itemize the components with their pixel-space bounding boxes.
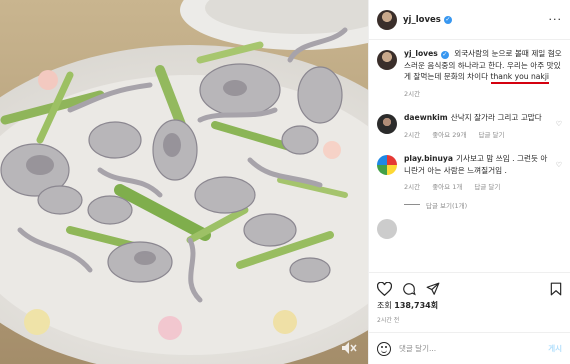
views-label: 조회 (377, 301, 392, 310)
avatar[interactable] (377, 155, 397, 175)
action-bar (369, 272, 570, 298)
avatar[interactable] (377, 114, 397, 134)
view-count: 조회 138,734회 (377, 300, 438, 311)
post-side-panel: yj_loves ✓ ··· yj_loves ✓ 외국사람의 눈으로 볼때 제일… (368, 0, 570, 364)
share-icon[interactable] (426, 282, 440, 296)
post-header: yj_loves ✓ ··· (369, 0, 570, 40)
bookmark-icon[interactable] (550, 282, 562, 296)
list-item: play.binuya 기사보고 맘 쓰임 . 그런듯 아니란거 아는 사람은 느… (377, 153, 562, 194)
post-timestamp: 2시간 전 (377, 317, 400, 324)
caption: yj_loves ✓ 외국사람의 눈으로 볼때 제일 혐오스러운 음식중의 하나라… (377, 48, 562, 100)
views-value: 138,734회 (394, 301, 439, 310)
heart-icon[interactable]: ♡ (553, 120, 562, 128)
verified-icon: ✓ (440, 51, 449, 59)
comment-likes[interactable]: 좋아요 1개 (432, 183, 462, 191)
octopus-dish-illustration (0, 0, 368, 364)
view-replies-link[interactable]: 답글 보기(1개) (404, 200, 562, 210)
comment-username[interactable]: play.binuya (404, 154, 453, 163)
caption-username[interactable]: yj_loves (404, 49, 438, 58)
heart-icon[interactable] (377, 281, 392, 296)
caption-time: 2시간 (404, 89, 421, 98)
emoji-icon[interactable] (377, 341, 391, 356)
video-icon[interactable] (340, 340, 358, 356)
more-icon[interactable]: ··· (549, 13, 563, 26)
add-comment-bar: 게시 (369, 332, 570, 364)
comment-input[interactable] (399, 344, 549, 353)
comment-text: 산낙지 잘가라 그리고 고맙다 (450, 113, 542, 122)
comment-time: 2시간 (404, 183, 421, 191)
comment-icon[interactable] (402, 282, 416, 296)
post-photo[interactable] (0, 0, 368, 364)
comment-likes[interactable]: 좋아요 29개 (432, 131, 466, 139)
caption-highlight: thank you nakji (490, 72, 550, 84)
avatar[interactable] (377, 50, 397, 70)
reply-link[interactable]: 답글 달기 (474, 183, 500, 191)
verified-icon: ✓ (443, 15, 452, 24)
header-username[interactable]: yj_loves (403, 15, 441, 25)
list-item: daewnkim 산낙지 잘가라 그리고 고맙다 2시간 좋아요 29개 답글 달… (377, 112, 562, 141)
avatar[interactable] (377, 9, 397, 30)
avatar[interactable] (377, 218, 397, 239)
comment-time: 2시간 (404, 130, 421, 139)
heart-icon[interactable]: ♡ (553, 161, 562, 169)
comment-username[interactable]: daewnkim (404, 113, 448, 122)
post-button[interactable]: 게시 (548, 343, 562, 354)
reply-link[interactable]: 답글 달기 (479, 131, 505, 139)
comments-list: yj_loves ✓ 외국사람의 눈으로 볼때 제일 혐오스러운 음식중의 하나라… (369, 40, 570, 258)
